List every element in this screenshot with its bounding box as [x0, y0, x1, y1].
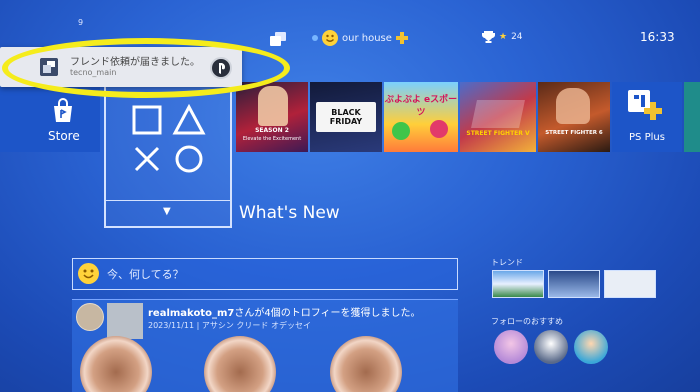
trophy-icon [482, 31, 495, 43]
suggested-user-avatar-3[interactable] [574, 330, 608, 364]
game-tile-2-title: BLACK FRIDAY [329, 108, 363, 126]
player-figure [258, 86, 288, 126]
user-avatar[interactable] [76, 303, 104, 331]
ps-plus-tile-icon [628, 90, 662, 120]
playstation-shapes-icon [132, 104, 206, 173]
game-tile-5[interactable]: STREET FIGHTER 6 [538, 82, 610, 152]
trends-label: トレンド [491, 258, 523, 267]
store-bag-icon [54, 98, 72, 122]
activity-title: realmakoto_m7さんが4個のトロフィーを獲得しました。 [148, 304, 421, 319]
suggested-user-avatar-1[interactable] [494, 330, 528, 364]
fighter-face [556, 88, 590, 124]
game-tile-4-title: STREET FIGHTER V [466, 130, 530, 137]
store-label: Store [48, 129, 80, 143]
game-tile-1-title: SEASON 2 [255, 127, 289, 134]
game-tile-4[interactable]: STREET FIGHTER V [460, 82, 536, 152]
whats-new-label: What's New [239, 203, 340, 223]
highlight-ring [2, 38, 290, 98]
ps-plus-label: PS Plus [629, 132, 665, 143]
trend-thumbnail-2[interactable] [548, 270, 600, 298]
game-tile-1-subtitle: Elevate the Excitement [242, 136, 302, 142]
notification-count: 9 [78, 18, 84, 27]
activity-action: さんが4個のトロフィーを獲得しました。 [234, 308, 421, 319]
composer-placeholder: 今、何してる？ [107, 268, 184, 281]
whats-new-divider [106, 200, 230, 201]
trend-thumbnail-3[interactable] [604, 270, 656, 298]
game-cover-thumbnail[interactable] [107, 303, 143, 339]
suggested-user-avatar-2[interactable] [534, 330, 568, 364]
puyo-red [430, 120, 448, 138]
party-room[interactable]: our house [312, 30, 408, 46]
expand-down-icon[interactable]: ▼ [163, 206, 171, 217]
trophy-count: 24 [511, 32, 523, 42]
game-tile-3-title: ぷよぷよ eスポーツ [384, 95, 458, 118]
clock: 16:33 [640, 30, 675, 44]
game-tile-2[interactable]: BLACK FRIDAY [310, 82, 382, 152]
follow-suggestions-label: フォローのおすすめ [491, 317, 563, 326]
trend-thumbnail-1[interactable] [492, 270, 544, 298]
fighter-art [471, 100, 525, 128]
game-tile-3[interactable]: ぷよぷよ eスポーツ [384, 82, 458, 152]
activity-user[interactable]: realmakoto_m7 [148, 308, 234, 319]
trophy-status[interactable]: ★ 24 [482, 31, 523, 43]
puyo-green [392, 122, 410, 140]
friends-icon[interactable] [270, 32, 286, 46]
composer-smile-icon [78, 263, 99, 284]
online-dot-icon [312, 35, 318, 41]
game-tile-1[interactable]: SEASON 2 Elevate the Excitement [236, 82, 308, 152]
ps-plus-tile[interactable]: PS Plus [612, 82, 682, 152]
profile-smile-icon [322, 30, 338, 46]
room-name: our house [342, 32, 392, 44]
activity-meta: 2023/11/11 | アサシン クリード オデッセイ [148, 321, 311, 330]
game-tile-5-title: STREET FIGHTER 6 [545, 130, 603, 136]
ps-plus-icon [395, 32, 408, 44]
trophy-star-icon: ★ [499, 32, 508, 42]
next-tile-peek[interactable] [684, 82, 700, 152]
